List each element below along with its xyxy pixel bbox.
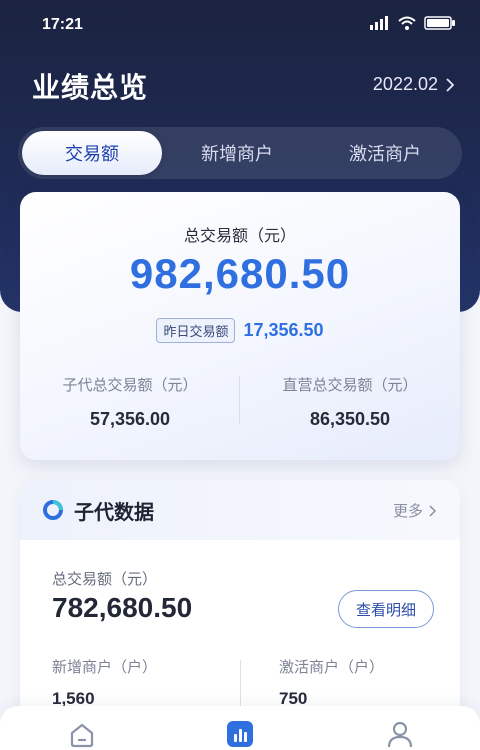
sub-agent-total-value: 57,356.00 bbox=[89, 409, 171, 429]
active-merchants-label: 激活商户（户） bbox=[279, 658, 385, 676]
tab-active-merchants[interactable]: 激活商户 bbox=[312, 131, 458, 175]
bottom-nav bbox=[0, 706, 480, 750]
summary-card: 总交易额（元） 982,680.50 昨日交易额 17,356.50 子代总交易… bbox=[20, 192, 460, 460]
direct-total-value: 86,350.50 bbox=[309, 409, 391, 429]
status-bar: 17:21 bbox=[0, 0, 480, 52]
page-title: 业绩总览 bbox=[32, 71, 149, 104]
stats-icon[interactable] bbox=[226, 720, 254, 748]
sub-agent-total: 子代总交易额（元） 57,356.00 bbox=[20, 374, 240, 434]
chevron-right-icon bbox=[429, 504, 436, 517]
total-amount-value: 982,680.50 bbox=[129, 250, 351, 297]
date-label: 2022.02 bbox=[372, 74, 438, 94]
sub-agent-title: 子代数据 bbox=[74, 499, 154, 524]
new-merchants-stat: 新增商户（户） 1,560 bbox=[20, 656, 233, 709]
direct-total-label: 直营总交易额（元） bbox=[282, 376, 418, 394]
active-merchants-stat: 激活商户（户） 750 bbox=[233, 656, 460, 709]
sub-agent-header: 子代数据 更多 bbox=[20, 480, 460, 540]
profile-icon[interactable] bbox=[386, 720, 414, 748]
sub-total-label: 总交易额（元） bbox=[52, 570, 158, 588]
yesterday-row: 昨日交易额 17,356.50 bbox=[20, 318, 460, 343]
divider bbox=[239, 376, 240, 424]
amount-split: 子代总交易额（元） 57,356.00 直营总交易额（元） 86,350.50 bbox=[20, 374, 460, 434]
metric-tabs: 交易额 新增商户 激活商户 bbox=[18, 127, 462, 179]
yesterday-value: 17,356.50 bbox=[243, 320, 324, 340]
new-merchants-label: 新增商户（户） bbox=[52, 658, 158, 676]
sub-total-value: 782,680.50 bbox=[52, 592, 193, 623]
pie-chart-icon bbox=[43, 500, 63, 520]
chevron-right-icon bbox=[446, 77, 454, 92]
status-time: 17:21 bbox=[42, 16, 83, 33]
wifi-icon bbox=[398, 16, 416, 30]
yesterday-tag: 昨日交易额 bbox=[156, 318, 236, 343]
total-amount-label: 总交易额（元） bbox=[183, 226, 296, 245]
tab-new-merchants[interactable]: 新增商户 bbox=[162, 131, 312, 175]
direct-total: 直营总交易额（元） 86,350.50 bbox=[240, 374, 460, 434]
date-selector[interactable]: 2022.02 bbox=[373, 74, 454, 95]
view-details-button[interactable]: 查看明细 bbox=[338, 590, 434, 628]
battery-icon bbox=[424, 16, 455, 30]
more-label: 更多 bbox=[392, 502, 423, 520]
more-link[interactable]: 更多 bbox=[393, 500, 436, 521]
signal-icon bbox=[370, 16, 388, 30]
sub-agent-total-label: 子代总交易额（元） bbox=[62, 376, 198, 394]
status-icons bbox=[370, 16, 456, 30]
tab-transaction-amount[interactable]: 交易额 bbox=[22, 131, 162, 175]
home-icon[interactable] bbox=[68, 720, 96, 748]
